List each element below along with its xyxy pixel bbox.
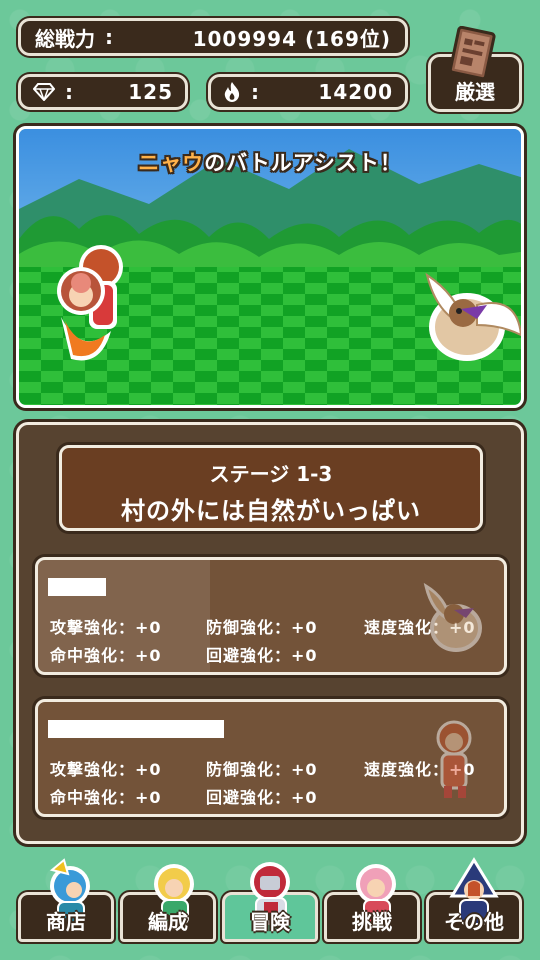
nav-other-label: その他 [444,910,504,934]
bird-portrait-icon [423,582,482,652]
nav-adventure-label: 冒険 [250,910,290,934]
accuracy-boost: 命中強化：+0 [50,646,162,665]
colon: : [105,25,113,49]
fire-counter: : 14200 [208,74,408,110]
stage-panel: ステージ 1-3 村の外には自然がいっぱい 攻撃強化：+0 防御強化：+0 速度… [16,422,524,844]
spellbook-icon [448,26,496,81]
total-power-value: 1009994 (169位) [192,26,391,51]
girl-portrait-icon [436,720,472,798]
fire-value: 14200 [318,80,393,104]
stage-number: ステージ 1-3 [209,462,333,486]
nav-shop-label: 商店 [46,910,86,934]
ally-unit-card[interactable]: 攻撃強化：+0 防御強化：+0 速度強化：+0 命中強化：+0 回避強化：+0 [35,699,507,817]
total-power-label: 総戦力 [35,26,95,51]
stage-name: 村の外には自然がいっぱい [121,497,421,525]
defense-boost: 防御強化：+0 [206,760,318,779]
flame-icon [224,82,240,102]
nav-challenge-label: 挑戦 [352,910,392,934]
attack-boost: 攻撃強化：+0 [50,618,162,637]
stage-title-box: ステージ 1-3 村の外には自然がいっぱい [59,445,483,531]
assist-message-text: のバトルアシスト！ [204,151,402,175]
enemy-unit-card[interactable]: 攻撃強化：+0 防御強化：+0 速度強化：+0 命中強化：+0 回避強化：+0 [35,557,507,675]
total-power-bar: 総戦力 : 1009994 (169位) [18,18,408,56]
defense-boost: 防御強化：+0 [206,618,318,637]
unit-name-bar [48,720,224,738]
colon: : [251,80,259,104]
colon: : [65,80,73,104]
battle-assist-message: ニャウのバトルアシスト！ [19,147,521,177]
evasion-boost: 回避強化：+0 [206,646,318,665]
evasion-boost: 回避強化：+0 [206,788,318,807]
nav-formation-label: 編成 [148,910,188,934]
diamond-icon [33,83,55,101]
accuracy-boost: 命中強化：+0 [50,788,162,807]
unit-name-bar [48,578,106,596]
battle-scene: ニャウのバトルアシスト！ [16,126,524,408]
gem-value: 125 [128,80,173,104]
attack-boost: 攻撃強化：+0 [50,760,162,779]
assist-character-name: ニャウ [138,151,205,175]
gem-counter: : 125 [18,74,188,110]
